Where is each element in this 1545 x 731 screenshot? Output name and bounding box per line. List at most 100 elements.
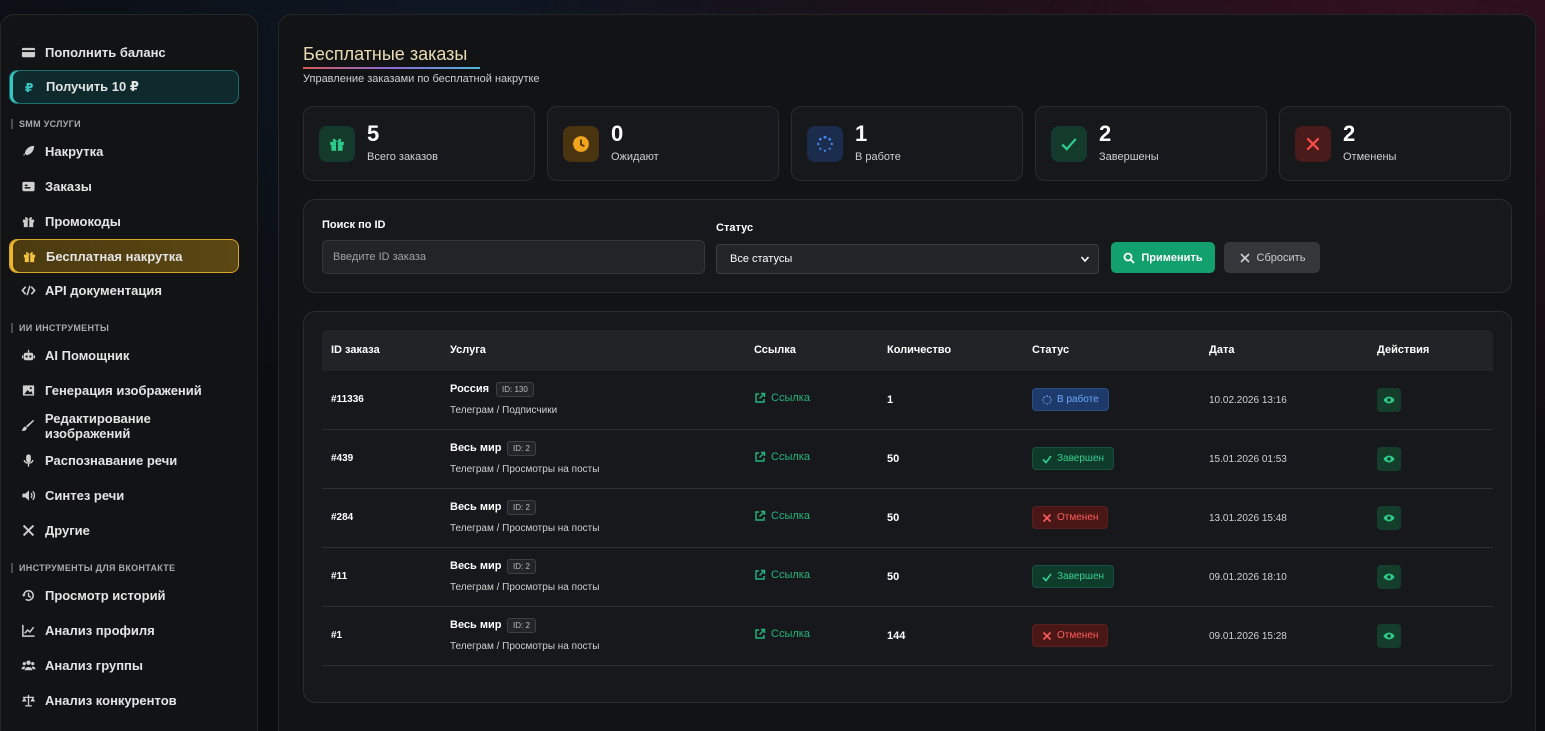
view-button[interactable] (1377, 565, 1401, 589)
gift-icon (20, 214, 36, 230)
view-button[interactable] (1377, 624, 1401, 648)
title-underline (303, 67, 480, 69)
sidebar-item-get-bonus[interactable]: ₽ Получить 10 ₽ (9, 70, 239, 104)
sidebar-item-competitor-analysis[interactable]: Анализ конкурентов (9, 683, 239, 718)
external-link-icon (755, 451, 766, 462)
order-id: #11 (331, 571, 348, 582)
order-link[interactable]: Ссылка (754, 628, 810, 640)
sidebar-item-stories[interactable]: Просмотр историй (9, 578, 239, 613)
search-label: Поиск по ID (322, 219, 386, 231)
stat-card-pending: 0 Ожидают (547, 106, 779, 181)
th-status: Статус (1032, 344, 1070, 356)
status-text: Отменен (1057, 512, 1099, 523)
tools-icon (20, 523, 36, 539)
status-label: Статус (716, 222, 754, 234)
filter-panel: Поиск по ID Статус Все статусы Применить… (303, 199, 1512, 293)
sidebar-item-speech-synthesis[interactable]: Синтез речи (9, 478, 239, 513)
speaker-icon (20, 488, 36, 504)
sidebar-item-group-analysis[interactable]: Анализ группы (9, 648, 239, 683)
order-link[interactable]: Ссылка (754, 392, 810, 404)
sidebar-item-image-gen[interactable]: Генерация изображений (9, 373, 239, 408)
order-date: 10.02.2026 13:16 (1209, 395, 1287, 406)
order-id: #439 (331, 453, 354, 464)
sidebar-item-topup[interactable]: Пополнить баланс (9, 35, 239, 70)
sidebar-item-promocodes[interactable]: Промокоды (9, 204, 239, 239)
sidebar-item-ai-assistant[interactable]: AI Помощник (9, 338, 239, 373)
service-id-badge: ID: 130 (496, 382, 534, 397)
sidebar-item-label: Анализ профиля (45, 623, 155, 638)
view-button[interactable] (1377, 506, 1401, 530)
service-category: Телеграм / Просмотры на посты (450, 582, 600, 593)
service-name: Весь мир (450, 501, 502, 513)
search-input[interactable] (322, 240, 705, 274)
status-badge: Отменен (1032, 506, 1109, 529)
service-id-badge: ID: 2 (507, 559, 536, 574)
history-icon (20, 588, 36, 604)
code-icon (20, 283, 36, 299)
stat-label: Завершены (1099, 151, 1159, 163)
sidebar-item-label: Просмотр историй (45, 588, 166, 603)
section-ai: ИИ ИНСТРУМЕНТЫ (1, 322, 257, 334)
service-name: Весь мир (450, 442, 502, 454)
users-icon (20, 658, 36, 674)
eye-icon (1383, 514, 1395, 522)
order-quantity: 50 (887, 512, 900, 524)
stat-label: Отменены (1343, 151, 1397, 163)
sidebar-item-speech-recognition[interactable]: Распознавание речи (9, 443, 239, 478)
sidebar-item-label: Пополнить баланс (45, 45, 166, 60)
th-link: Ссылка (754, 344, 796, 356)
reset-button[interactable]: Сбросить (1224, 242, 1320, 273)
view-button[interactable] (1377, 388, 1401, 412)
apply-button[interactable]: Применить (1111, 242, 1215, 273)
order-link[interactable]: Ссылка (754, 451, 810, 463)
status-badge: Завершен (1032, 447, 1115, 470)
sidebar-item-label: Редактирование изображений (44, 410, 151, 441)
mic-icon (20, 453, 36, 469)
sidebar-item-orders[interactable]: Заказы (9, 169, 239, 204)
chart-icon (20, 623, 36, 639)
sidebar-item-others[interactable]: Другие (9, 513, 239, 548)
sidebar-item-label: Накрутка (45, 144, 104, 159)
status-select[interactable]: Все статусы (716, 244, 1099, 274)
order-id: #284 (331, 512, 354, 523)
order-quantity: 1 (887, 394, 894, 406)
table-row: #11 Весь мир ID: 2 Телеграм / Просмотры … (322, 548, 1493, 607)
service-category: Телеграм / Просмотры на посты (450, 641, 600, 652)
eye-icon (1383, 632, 1395, 640)
order-link-label: Ссылка (771, 510, 810, 522)
sidebar-item-image-edit[interactable]: Редактирование изображений (9, 408, 239, 443)
section-smm: SMM УСЛУГИ (1, 118, 257, 130)
status-text: В работе (1057, 394, 1099, 405)
check-icon (1042, 455, 1052, 464)
order-quantity: 50 (887, 571, 900, 583)
view-button[interactable] (1377, 447, 1401, 471)
order-link[interactable]: Ссылка (754, 510, 810, 522)
sidebar-item-label: Бесплатная накрутка (46, 248, 183, 264)
order-link[interactable]: Ссылка (754, 569, 810, 581)
eye-icon (1383, 455, 1395, 463)
sidebar-item-boost[interactable]: Накрутка (9, 134, 239, 169)
external-link-icon (755, 628, 766, 639)
order-date: 09.01.2026 18:10 (1209, 572, 1287, 583)
close-icon (1239, 252, 1250, 263)
external-link-icon (755, 392, 766, 403)
stat-label: Всего заказов (367, 151, 438, 163)
status-text: Отменен (1057, 630, 1099, 641)
sidebar-item-label: Получить 10 ₽ (46, 79, 139, 94)
order-date: 13.01.2026 15:48 (1209, 513, 1287, 524)
close-icon (1042, 513, 1052, 522)
status-text: Завершен (1057, 571, 1105, 582)
image-icon (20, 383, 36, 399)
check-icon (1042, 573, 1052, 582)
sidebar-item-profile-analysis[interactable]: Анализ профиля (9, 613, 239, 648)
sidebar-item-free-boost[interactable]: Бесплатная накрутка (9, 239, 239, 273)
main-panel: Бесплатные заказы Управление заказами по… (278, 14, 1536, 731)
sidebar-item-label: API документация (45, 283, 162, 298)
sidebar-item-api-docs[interactable]: API документация (9, 273, 239, 308)
clock-icon (563, 126, 599, 162)
status-select-value: Все статусы (730, 253, 793, 265)
spinner-icon (1042, 394, 1052, 405)
order-id: #11336 (331, 394, 364, 405)
apply-button-label: Применить (1141, 251, 1203, 264)
order-link-label: Ссылка (771, 569, 810, 581)
